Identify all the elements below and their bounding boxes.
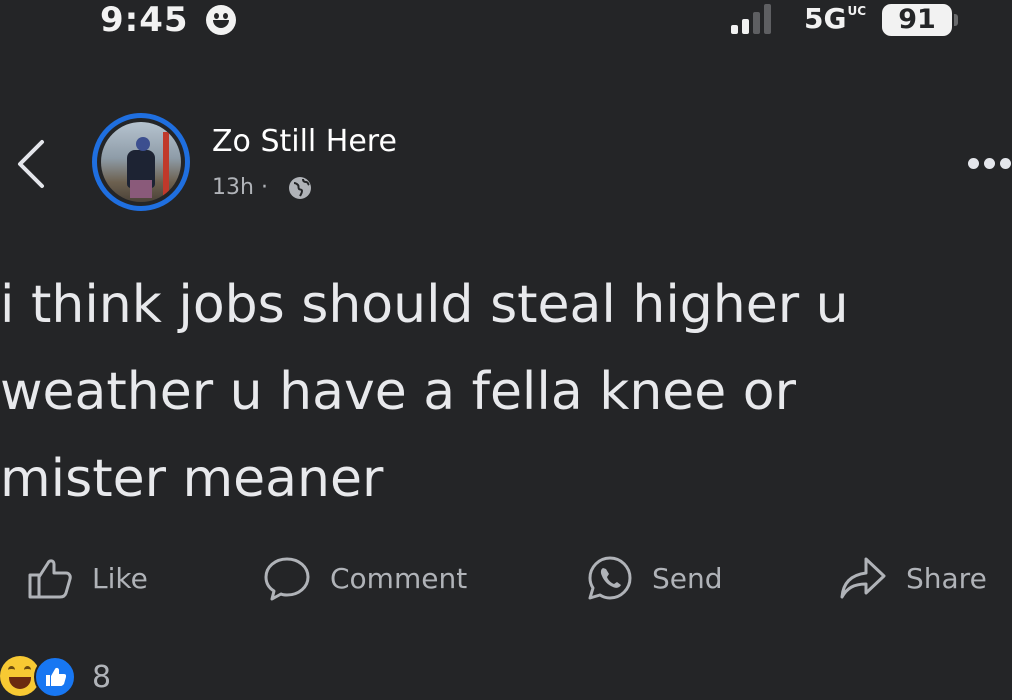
signal-strength-icon bbox=[731, 4, 781, 34]
share-button[interactable]: Share bbox=[838, 555, 987, 601]
comment-icon bbox=[264, 557, 310, 601]
like-reaction-icon[interactable] bbox=[34, 656, 76, 698]
battery-level: 91 bbox=[882, 4, 952, 36]
comment-label: Comment bbox=[330, 561, 468, 595]
post-text: i think jobs should steal higher u weath… bbox=[0, 262, 1012, 523]
post-text-line: mister meaner bbox=[0, 449, 384, 509]
globe-icon bbox=[289, 177, 311, 199]
chevron-left-icon bbox=[18, 140, 44, 188]
send-label: Send bbox=[652, 561, 723, 595]
more-options-button[interactable] bbox=[968, 154, 1012, 174]
post-text-line: weather u have a fella knee or bbox=[0, 362, 796, 422]
comment-button[interactable]: Comment bbox=[262, 555, 467, 601]
reaction-count[interactable]: 8 bbox=[92, 660, 111, 695]
meta-separator: · bbox=[260, 175, 268, 200]
avatar[interactable] bbox=[92, 113, 190, 211]
post-timestamp[interactable]: 13h bbox=[212, 175, 254, 200]
author-name[interactable]: Zo Still Here bbox=[212, 124, 397, 159]
post-text-line: i think jobs should steal higher u bbox=[0, 275, 849, 335]
like-button[interactable]: Like bbox=[26, 555, 148, 601]
share-arrow-icon bbox=[840, 557, 886, 599]
like-label: Like bbox=[92, 561, 148, 595]
whatsapp-icon bbox=[588, 556, 632, 600]
smiley-status-icon bbox=[206, 5, 236, 35]
thumbs-up-icon bbox=[28, 559, 72, 599]
back-button[interactable] bbox=[12, 136, 52, 192]
network-type: 5GUC bbox=[804, 2, 867, 35]
battery-tip bbox=[954, 14, 958, 26]
thumbs-up-icon bbox=[46, 667, 66, 686]
avatar-image bbox=[101, 122, 181, 202]
send-button[interactable]: Send bbox=[586, 555, 723, 601]
share-label: Share bbox=[906, 561, 987, 595]
status-time: 9:45 bbox=[100, 0, 189, 40]
post-meta: 13h · bbox=[212, 175, 268, 200]
